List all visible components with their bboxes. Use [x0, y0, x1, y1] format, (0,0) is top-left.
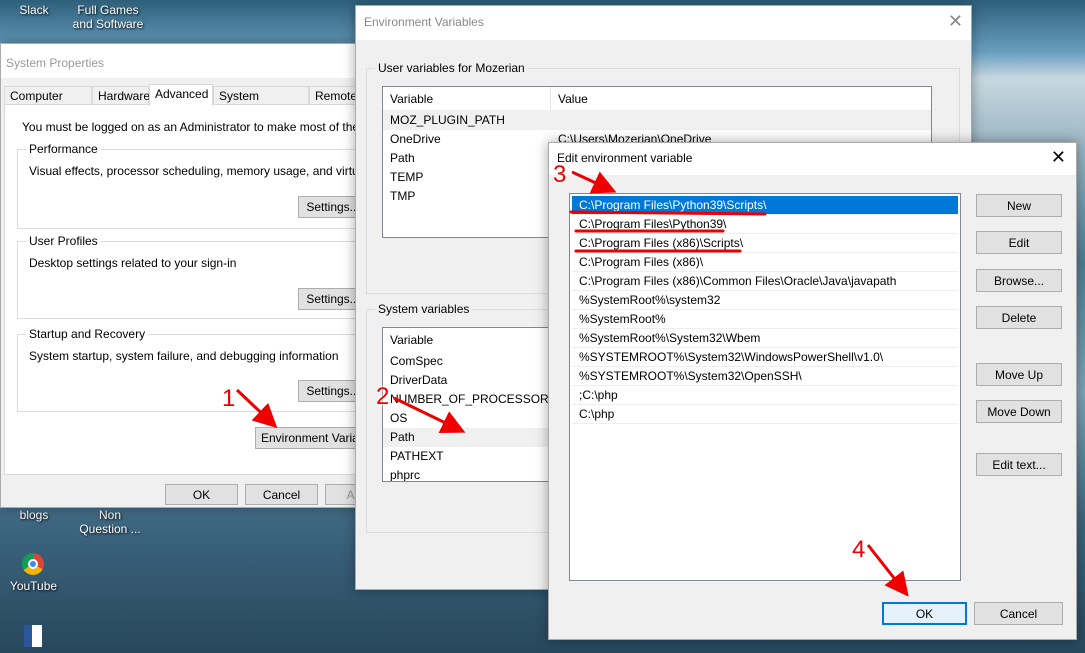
- arrow-step3: [571, 170, 617, 194]
- step-1-label: 1: [222, 385, 236, 412]
- step-4-label: 4: [852, 536, 866, 563]
- arrow-step1: [235, 388, 278, 429]
- arrow-step2: [393, 396, 466, 433]
- tab-advanced[interactable]: Advanced: [149, 84, 213, 106]
- arrow-step4: [866, 544, 909, 597]
- step-3-label: 3: [553, 161, 567, 188]
- step-2-label: 2: [376, 383, 390, 410]
- underline-entry1: [569, 210, 767, 216]
